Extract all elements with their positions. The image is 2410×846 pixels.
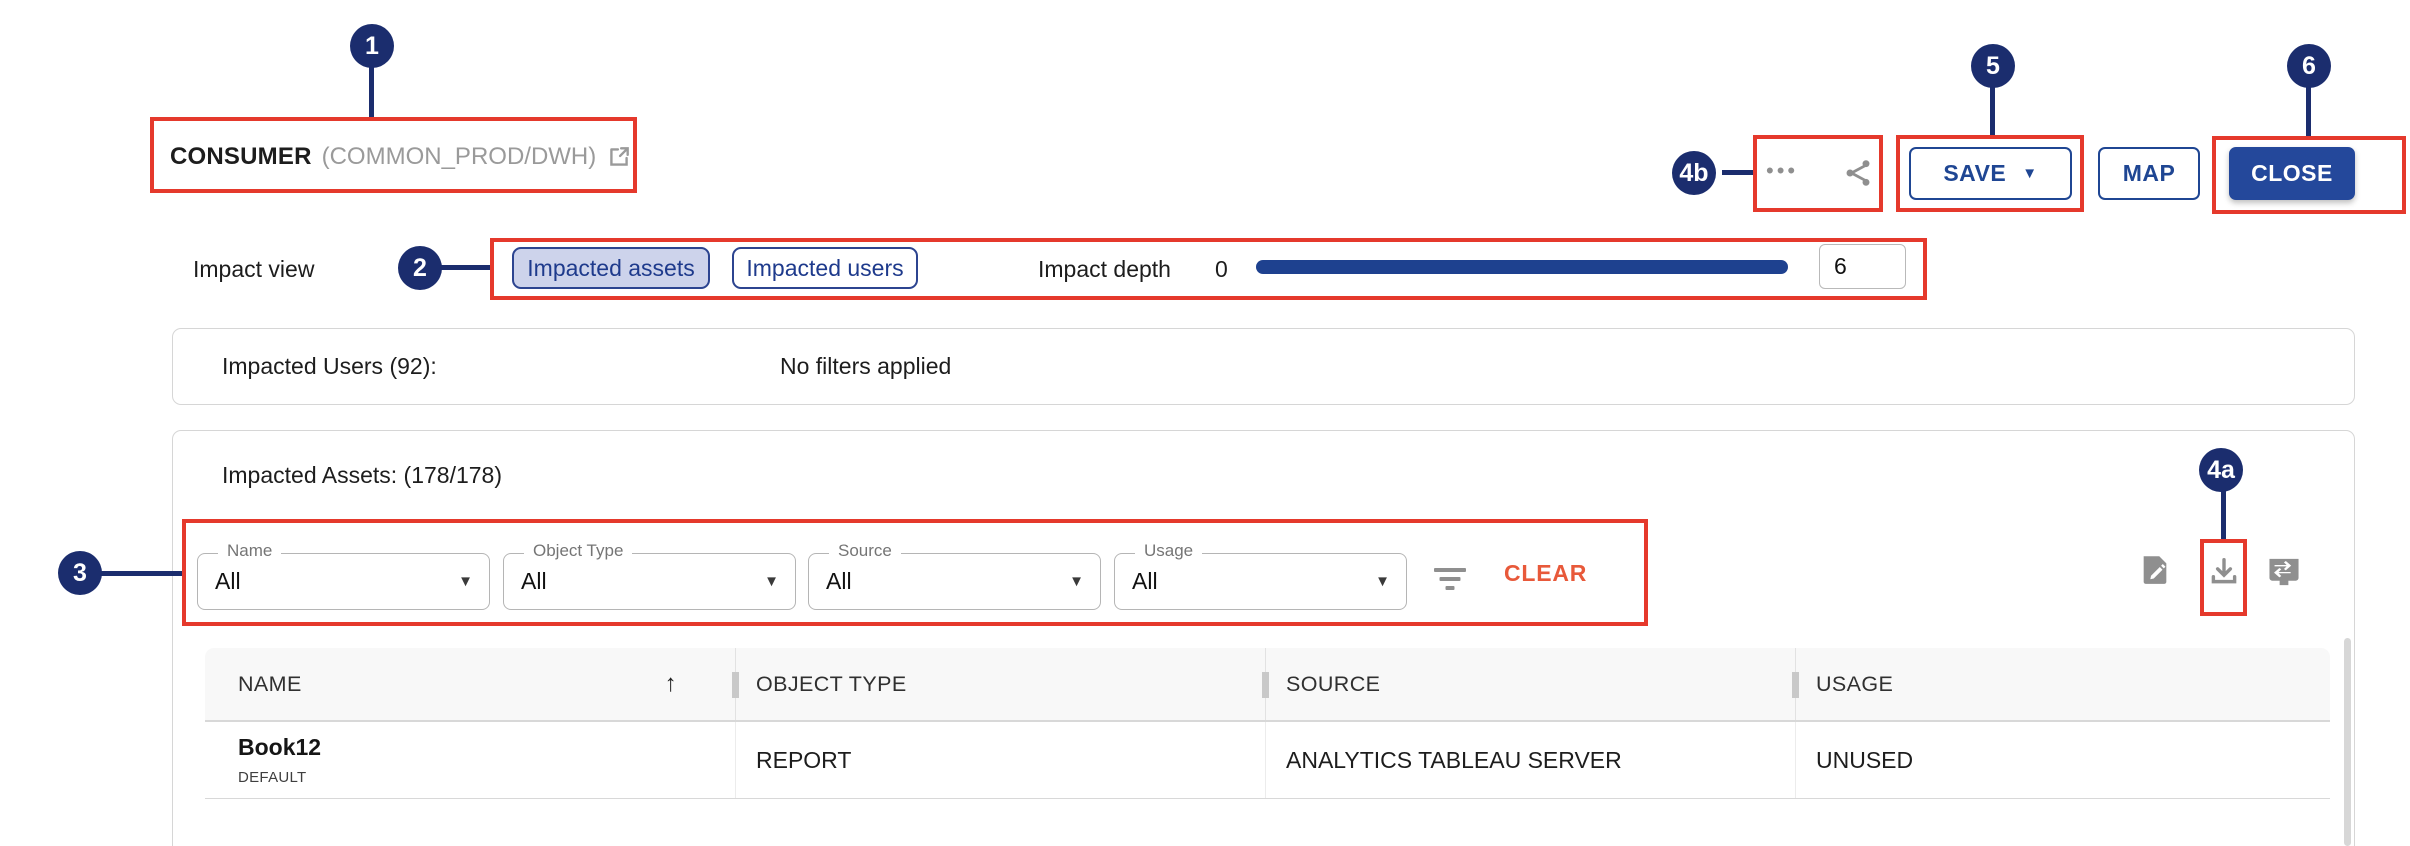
asset-title: CONSUMER (COMMON_PROD/DWH) xyxy=(170,143,632,171)
more-options-icon[interactable]: ••• xyxy=(1766,158,1798,184)
impact-view-label: Impact view xyxy=(193,256,314,283)
close-button-label: CLOSE xyxy=(2251,160,2333,187)
impact-depth-input[interactable] xyxy=(1819,244,1906,289)
filter-name-label: Name xyxy=(218,541,281,561)
row-source: ANALYTICS TABLEAU SERVER xyxy=(1286,747,1622,774)
callout-5: 5 xyxy=(1971,44,2015,88)
sort-ascending-icon: ↑ xyxy=(665,670,677,698)
column-header-usage[interactable]: USAGE xyxy=(1795,648,2330,720)
filter-source-value: All xyxy=(826,568,852,595)
save-button-label: SAVE xyxy=(1943,160,2006,187)
impact-depth-min: 0 xyxy=(1215,256,1228,283)
filter-usage-caret-icon: ▼ xyxy=(1375,573,1390,590)
save-dropdown-caret-icon: ▼ xyxy=(2022,165,2037,182)
row-object-type: REPORT xyxy=(756,747,851,774)
download-icon[interactable] xyxy=(2207,553,2241,589)
filter-list-icon xyxy=(1433,568,1467,594)
column-header-object-type[interactable]: OBJECT TYPE xyxy=(735,648,1265,720)
impact-depth-label: Impact depth xyxy=(1038,256,1171,283)
column-header-source[interactable]: SOURCE xyxy=(1265,648,1795,720)
filter-name-caret-icon: ▼ xyxy=(458,573,473,590)
toggle-impacted-users[interactable]: Impacted users xyxy=(732,247,918,289)
column-header-object-type-label: OBJECT TYPE xyxy=(756,672,907,697)
filter-usage-value: All xyxy=(1132,568,1158,595)
callout-4a: 4a xyxy=(2199,448,2243,492)
impact-depth-slider[interactable] xyxy=(1256,260,1788,274)
impacted-assets-title: Impacted Assets: (178/178) xyxy=(222,462,502,489)
filter-object-type-label: Object Type xyxy=(524,541,632,561)
impacted-users-status: No filters applied xyxy=(780,353,951,380)
filter-source-label: Source xyxy=(829,541,901,561)
map-button[interactable]: MAP xyxy=(2098,147,2200,200)
filter-usage-label: Usage xyxy=(1135,541,1202,561)
callout-4b-stem xyxy=(1722,170,1753,175)
callout-2: 2 xyxy=(398,246,442,290)
column-header-source-label: SOURCE xyxy=(1286,672,1380,697)
map-button-label: MAP xyxy=(2123,160,2176,187)
clear-filters-button[interactable]: CLEAR xyxy=(1504,560,1587,587)
display-settings-icon[interactable] xyxy=(2266,556,2302,588)
cell-name: Book12 DEFAULT xyxy=(205,722,735,798)
save-button[interactable]: SAVE ▼ xyxy=(1909,147,2072,200)
assets-table-header: NAME ↑ OBJECT TYPE SOURCE USAGE xyxy=(205,648,2330,722)
callout-4b: 4b xyxy=(1672,151,1716,195)
callout-5-stem xyxy=(1990,86,1995,135)
column-header-usage-label: USAGE xyxy=(1816,672,1893,697)
cell-source: ANALYTICS TABLEAU SERVER xyxy=(1265,722,1795,798)
toggle-impacted-users-label: Impacted users xyxy=(746,255,903,282)
close-button[interactable]: CLOSE xyxy=(2229,147,2355,200)
filter-name-select[interactable]: Name All ▼ xyxy=(197,553,490,610)
column-header-name[interactable]: NAME ↑ xyxy=(205,648,735,720)
callout-1-stem xyxy=(369,66,374,117)
callout-3-stem xyxy=(100,571,182,576)
cell-usage: UNUSED xyxy=(1795,722,2330,798)
table-scrollbar[interactable] xyxy=(2344,638,2351,846)
callout-6: 6 xyxy=(2287,44,2331,88)
toggle-impacted-assets[interactable]: Impacted assets xyxy=(512,247,710,289)
table-row[interactable]: Book12 DEFAULT REPORT ANALYTICS TABLEAU … xyxy=(205,722,2330,799)
share-icon[interactable] xyxy=(1842,156,1874,190)
row-schema: DEFAULT xyxy=(238,769,307,786)
callout-3: 3 xyxy=(58,551,102,595)
callout-4a-stem xyxy=(2221,490,2226,539)
asset-name: CONSUMER xyxy=(170,143,312,171)
column-header-name-label: NAME xyxy=(238,672,302,697)
filter-name-value: All xyxy=(215,568,241,595)
impacted-users-label: Impacted Users (92): xyxy=(222,353,437,380)
callout-1: 1 xyxy=(350,24,394,68)
row-name: Book12 xyxy=(238,734,321,761)
cell-object-type: REPORT xyxy=(735,722,1265,798)
callout-2-stem xyxy=(440,265,490,270)
impacted-users-panel xyxy=(172,328,2355,405)
filter-object-type-select[interactable]: Object Type All ▼ xyxy=(503,553,796,610)
filter-source-caret-icon: ▼ xyxy=(1069,573,1084,590)
asset-path: (COMMON_PROD/DWH) xyxy=(322,143,597,171)
filter-usage-select[interactable]: Usage All ▼ xyxy=(1114,553,1407,610)
filter-object-type-value: All xyxy=(521,568,547,595)
open-in-new-icon[interactable] xyxy=(606,144,632,170)
filter-object-type-caret-icon: ▼ xyxy=(764,573,779,590)
edit-icon[interactable] xyxy=(2138,551,2172,587)
toggle-impacted-assets-label: Impacted assets xyxy=(527,255,694,282)
callout-6-stem xyxy=(2306,86,2311,136)
filter-source-select[interactable]: Source All ▼ xyxy=(808,553,1101,610)
row-usage: UNUSED xyxy=(1816,747,1913,774)
